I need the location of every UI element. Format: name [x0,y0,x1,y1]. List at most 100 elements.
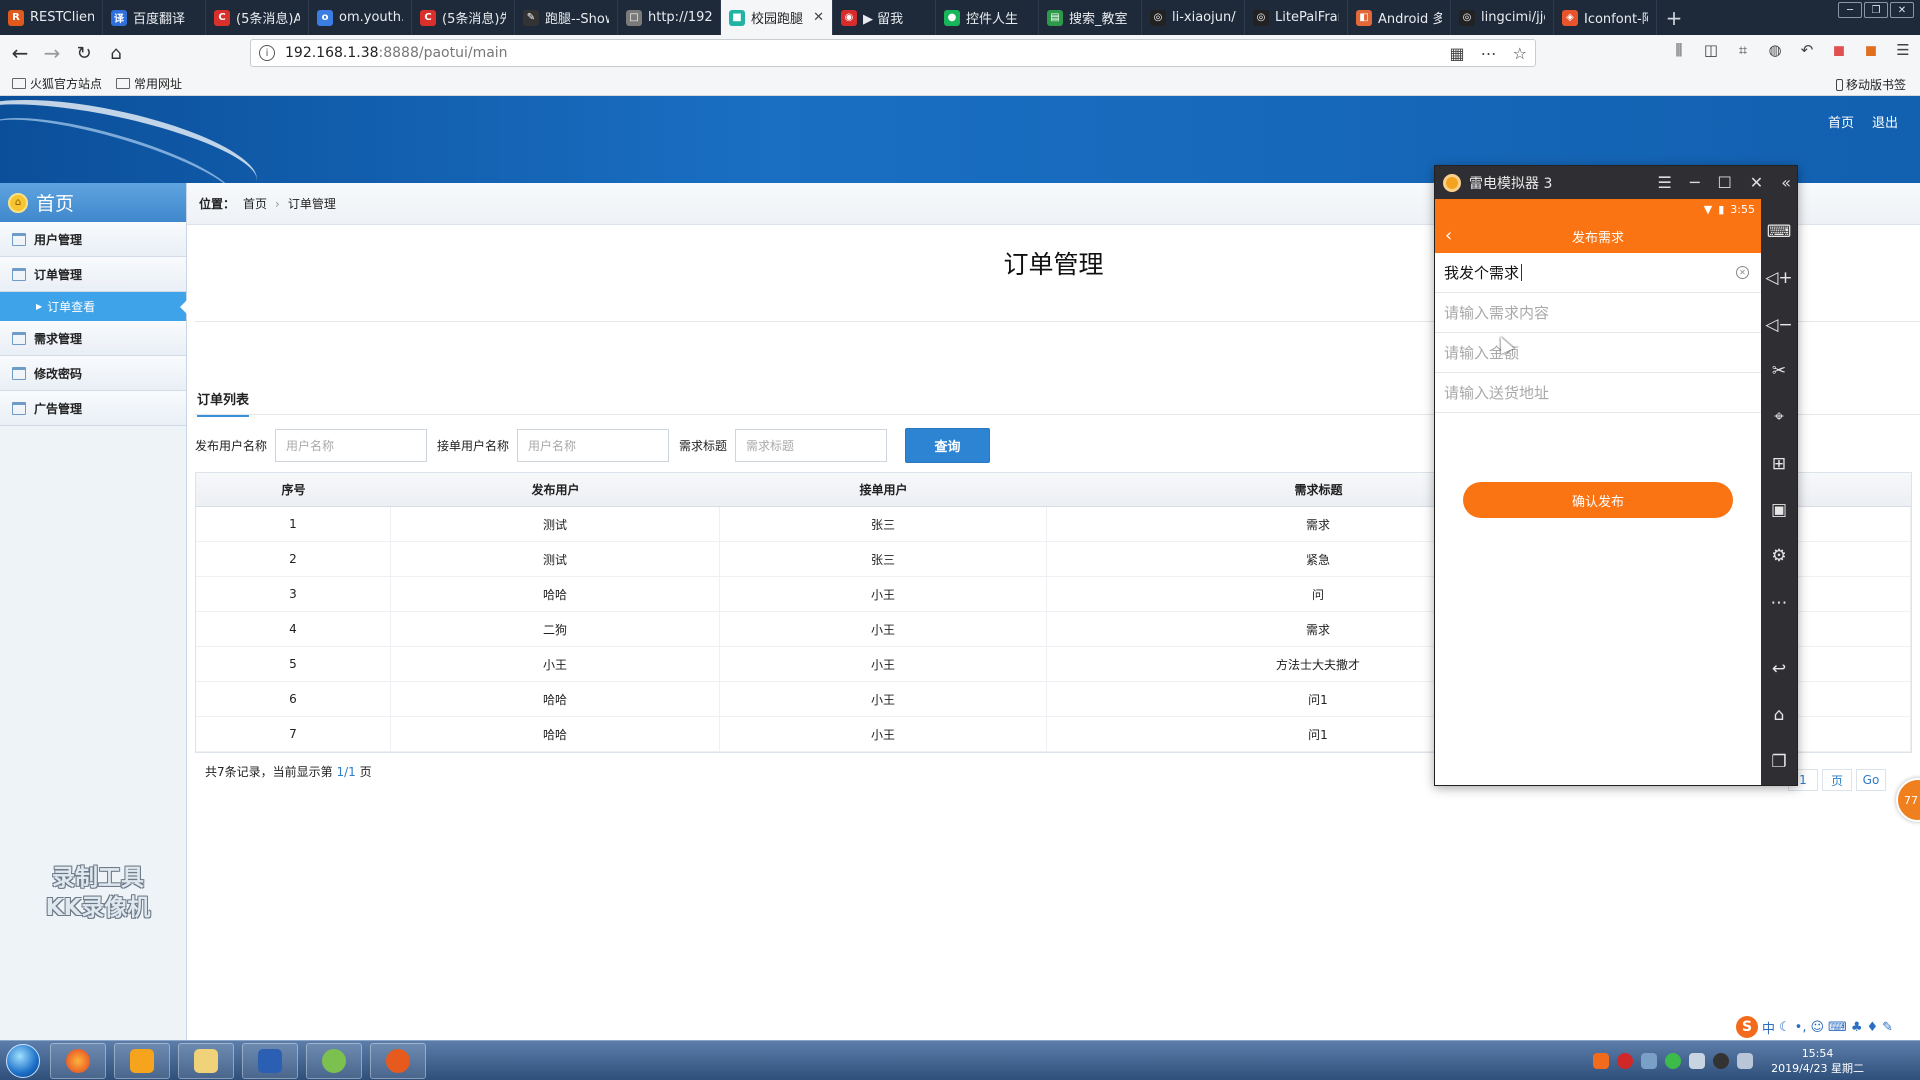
url-bar[interactable]: i 192.168.1.38:8888/paotui/main ▦ ⋯ ☆ [250,39,1536,67]
sidebar-item-demands[interactable]: 需求管理 [0,321,186,356]
query-button[interactable]: 查询 [905,428,991,463]
scissors-icon[interactable]: ✂ [1761,348,1797,394]
taskbar-word[interactable] [242,1042,298,1079]
volume-down-icon[interactable]: ◁− [1761,302,1797,348]
pager-go-button[interactable]: Go [1856,769,1886,791]
sidebar-home[interactable]: ⌂ 首页 [0,183,186,222]
address-field[interactable]: 请输入送货地址 [1435,373,1761,413]
amount-field[interactable]: 请输入金额 [1435,333,1761,373]
browser-tab[interactable]: R RESTClient [0,0,103,35]
extension-jh-icon[interactable]: ◼ [1830,41,1848,59]
site-info-icon[interactable]: i [259,45,275,61]
more-icon[interactable]: ⋯ [1761,580,1797,626]
close-window-icon[interactable]: ✕ [1890,2,1914,18]
header-logout-link[interactable]: 退出 [1872,112,1898,131]
taskbar-firefox[interactable] [50,1042,106,1079]
hamburger-menu-icon[interactable]: ☰ [1657,173,1671,192]
reload-icon[interactable]: ↻ [68,37,100,69]
more-actions-icon[interactable]: ⋯ [1481,44,1497,63]
wrench-icon[interactable]: ✎ [1882,1020,1893,1035]
location-icon[interactable]: ⌖ [1761,394,1797,440]
emulator-title-bar[interactable]: 雷电模拟器 3 ☰ ─ ☐ ✕ « [1435,166,1797,199]
punctuation-icon[interactable]: •, [1795,1020,1807,1035]
tray-qq-icon[interactable] [1713,1052,1730,1069]
home-icon[interactable]: ⌂ [100,37,132,69]
mobile-bookmarks[interactable]: 移动版书签 [1835,76,1906,93]
demand-title-input[interactable] [735,429,888,462]
confirm-publish-button[interactable]: 确认发布 [1463,482,1733,518]
skin-icon[interactable]: ♣ [1851,1020,1863,1035]
moon-icon[interactable]: ☾ [1779,1020,1791,1035]
minimize-icon[interactable]: ─ [1690,173,1700,192]
browser-tab[interactable]: C (5条消息)An [206,0,309,35]
tray-antivirus-icon[interactable] [1617,1052,1634,1069]
browser-tab[interactable]: ● 控件人生 [936,0,1039,35]
clear-input-icon[interactable]: ✕ [1736,266,1749,279]
chat-icon[interactable]: ◍ [1766,41,1784,59]
browser-tab[interactable]: ◎ li-xiaojun/X [1142,0,1245,35]
keyboard-icon[interactable]: ⌨ [1828,1020,1847,1035]
browser-tab[interactable]: ◧ Android 多 [1348,0,1451,35]
taskbar-explorer[interactable] [178,1042,234,1079]
browser-tab[interactable]: ◎ lingcimi/jjo [1451,0,1554,35]
tray-360-icon[interactable] [1665,1052,1682,1069]
apk-install-icon[interactable]: ▣ [1761,487,1797,533]
browser-tab[interactable]: ◎ LitePalFram [1245,0,1348,35]
back-arrow-icon[interactable]: ‹ [1445,225,1452,246]
bookmark-star-icon[interactable]: ☆ [1513,44,1527,63]
android-home-icon[interactable]: ⌂ [1761,692,1797,738]
back-icon[interactable]: ← [4,37,36,69]
url-text[interactable]: 192.168.1.38:8888/paotui/main [285,45,1440,61]
android-back-icon[interactable]: ↩ [1761,646,1797,692]
android-recents-icon[interactable]: ❐ [1761,739,1797,785]
taskbar-android-studio[interactable] [306,1042,362,1079]
menu-icon[interactable]: ☰ [1894,41,1912,59]
sidebar-toggle-icon[interactable]: ◫ [1702,41,1720,59]
extension-orange-icon[interactable]: ◼ [1862,41,1880,59]
browser-tab[interactable]: 译百度翻译 [103,0,206,35]
ime-mode-toggle[interactable]: 中 [1762,1018,1775,1037]
sidebar-item-orders[interactable]: 订单管理 [0,257,186,292]
restore-icon[interactable]: ❐ [1864,2,1888,18]
screenshot-icon[interactable]: ⌗ [1734,41,1752,59]
bookmark-common-sites[interactable]: 常用网址 [116,75,182,92]
bookmark-firefox-sites[interactable]: 火狐官方站点 [12,75,102,92]
collapse-panel-icon[interactable]: « [1781,173,1791,192]
shirt-icon[interactable]: ♦ [1866,1020,1878,1035]
tray-network-icon[interactable] [1641,1052,1658,1069]
tab-order-list[interactable]: 订单列表 [197,389,250,417]
library-icon[interactable]: ⫼ [1670,41,1688,59]
browser-tab[interactable]: ◈ Iconfont-阿 [1554,0,1657,35]
sidebar-item-password[interactable]: 修改密码 [0,356,186,391]
browser-tab[interactable]: o om.youth.b [309,0,412,35]
taskbar-emulator[interactable] [114,1042,170,1079]
system-clock[interactable]: 15:54 2019/4/23 星期二 [1771,1046,1864,1076]
demand-title-field[interactable]: 我发个需求 ✕ [1435,253,1761,293]
sidebar-item-users[interactable]: 用户管理 [0,222,186,257]
browser-tab[interactable]: ◉ ▶ 留我 [833,0,936,35]
taskbar-kk-recorder[interactable] [370,1042,426,1079]
start-button[interactable] [0,1041,46,1080]
keyboard-icon[interactable]: ⌨ [1761,209,1797,255]
publisher-name-input[interactable] [275,429,428,462]
browser-tab[interactable]: ■ 校园跑腿 ✕ [721,0,833,35]
maximize-icon[interactable]: ☐ [1717,173,1731,192]
volume-up-icon[interactable]: ◁+ [1761,255,1797,301]
tray-flag-icon[interactable] [1737,1052,1754,1069]
minimize-icon[interactable]: ─ [1838,2,1862,18]
browser-tab[interactable]: C (5条消息)先 [412,0,515,35]
floating-helper-bubble[interactable]: 77 [1896,778,1920,822]
browser-tab[interactable]: ▤ 搜索_教室 [1039,0,1142,35]
close-tab-icon[interactable]: ✕ [813,10,824,25]
sogou-ime-icon[interactable]: S [1736,1016,1758,1038]
tray-sogou-icon[interactable] [1593,1052,1610,1069]
new-tab-button[interactable]: + [1657,0,1691,35]
browser-tab[interactable]: □ http://192. [618,0,721,35]
demand-content-field[interactable]: 请输入需求内容 [1435,293,1761,333]
sidebar-subitem-order-view[interactable]: ▶ 订单查看 [0,292,187,321]
qr-code-icon[interactable]: ▦ [1450,44,1465,63]
emoji-icon[interactable]: ☺ [1810,1020,1824,1035]
add-window-icon[interactable]: ⊞ [1761,441,1797,487]
browser-tab[interactable]: ✎ 跑腿--Show [515,0,618,35]
undo-close-icon[interactable]: ↶ [1798,41,1816,59]
